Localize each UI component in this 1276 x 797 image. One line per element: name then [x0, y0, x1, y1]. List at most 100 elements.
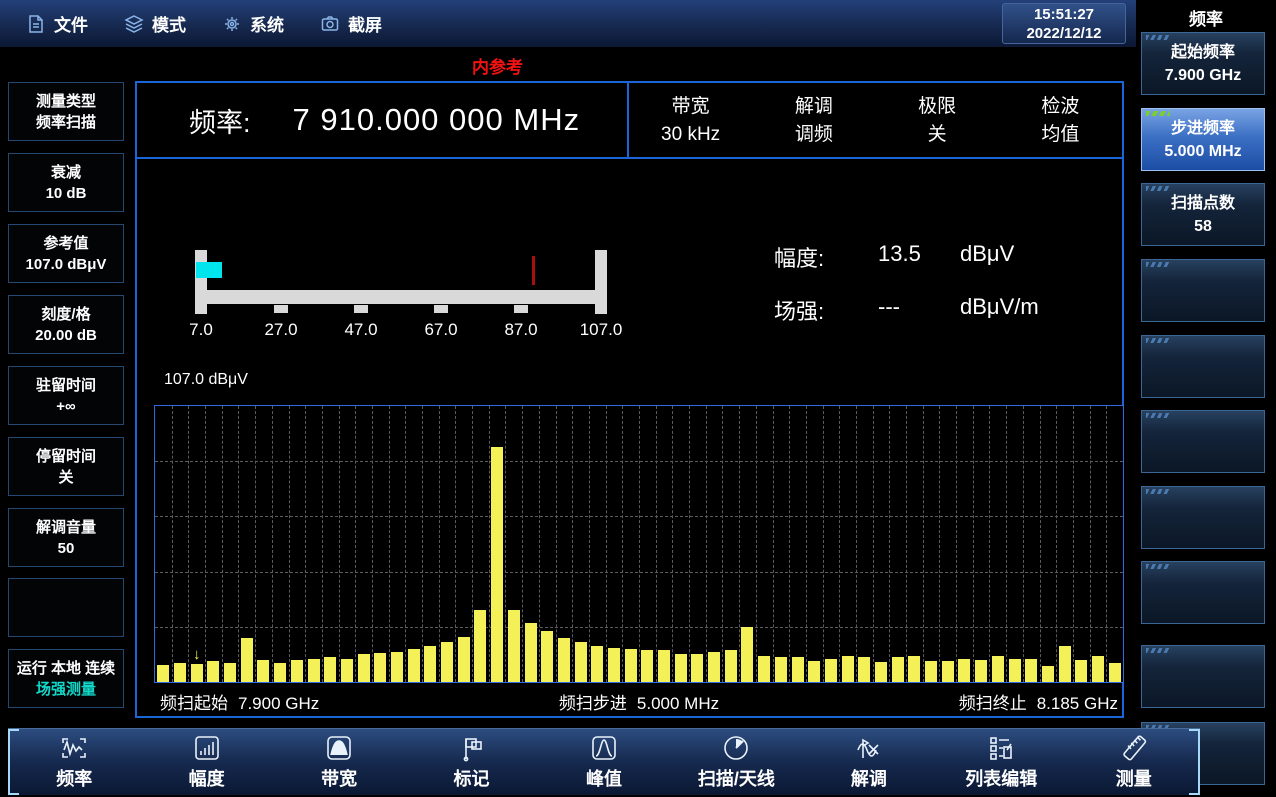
grid-line-vertical: [1056, 406, 1057, 682]
trace-bar: [625, 649, 637, 682]
parameter-summary: 带宽30 kHz解调调频极限关检波均值: [629, 83, 1122, 157]
softkey-button[interactable]: 停留时间关: [8, 437, 124, 496]
trace-bar: [925, 661, 937, 682]
softkey-button[interactable]: 解调音量50: [8, 508, 124, 567]
softkey-corner-stripes: [1146, 338, 1170, 343]
softkey-empty[interactable]: [1141, 259, 1265, 322]
amplitude-label: 幅度:: [774, 241, 878, 273]
menu-label: 文件: [54, 11, 88, 36]
grid-line-vertical: [739, 406, 740, 682]
main-display: 频率: 7 910.000 000 MHz 带宽30 kHz解调调频极限关检波均…: [135, 81, 1124, 718]
toolbar-item[interactable]: 峰值: [538, 729, 670, 795]
menu-item-system[interactable]: 系统: [222, 11, 284, 36]
trace-bar: [675, 654, 687, 682]
toolbar-item[interactable]: 带宽: [273, 729, 405, 795]
readout-block: 幅度: 13.5 dBμV 场强: --- dBμV/m: [774, 241, 1039, 347]
grid-line-vertical: [823, 406, 824, 682]
field-strength-readout: 场强: --- dBμV/m: [774, 294, 1039, 326]
clock-panel: 15:51:27 2022/12/12: [1002, 3, 1126, 44]
trace-bar: [441, 642, 453, 682]
trace-bar: [224, 663, 236, 682]
grid-line-vertical: [422, 406, 423, 682]
grid-line-vertical: [255, 406, 256, 682]
grid-line-vertical: [439, 406, 440, 682]
grid-line-vertical: [706, 406, 707, 682]
grid-line-horizontal: [155, 461, 1123, 462]
softkey-empty[interactable]: [1141, 561, 1265, 624]
parameter-value: 30 kHz: [661, 124, 720, 145]
meter-level-bar: [196, 262, 222, 278]
parameter-name: 检波: [1041, 96, 1079, 117]
menu-item-screenshot[interactable]: 截屏: [320, 11, 382, 36]
softkey-button[interactable]: 衰减10 dB: [8, 153, 124, 212]
sweep-stop: 频扫终止8.185 GHz: [959, 689, 1118, 714]
softkey-corner-stripes: [1146, 111, 1170, 116]
toolbar-item[interactable]: 解调: [803, 729, 935, 795]
grid-line-vertical: [172, 406, 173, 682]
grid-line-vertical: [289, 406, 290, 682]
toolbar-item[interactable]: 测量: [1068, 729, 1200, 795]
softkey-line2: 10 dB: [46, 183, 87, 204]
grid-line-vertical: [272, 406, 273, 682]
toolbar-item[interactable]: 幅度: [140, 729, 272, 795]
menu-item-file[interactable]: 文件: [26, 11, 88, 36]
list-edit-icon: [987, 734, 1015, 762]
softkey-empty[interactable]: [1141, 645, 1265, 708]
amplitude-value: 13.5: [878, 241, 960, 273]
grid-line-vertical: [672, 406, 673, 682]
toolbar-item-label: 峰值: [586, 765, 622, 791]
freq-waveform-icon: [60, 734, 88, 762]
meter-limit-marker: [532, 256, 535, 285]
softkey-button[interactable]: 起始频率7.900 GHz: [1141, 32, 1265, 95]
softkey-line2: 20.00 dB: [35, 325, 97, 346]
grid-line-vertical: [472, 406, 473, 682]
trace-bar: [1092, 656, 1104, 682]
softkey-button[interactable]: 刻度/格20.00 dB: [8, 295, 124, 354]
softkey-line1: 驻留时间: [36, 375, 96, 396]
grid-line-vertical: [1106, 406, 1107, 682]
menu-item-mode[interactable]: 模式: [124, 11, 186, 36]
toolbar-item-label: 标记: [454, 765, 490, 791]
grid-line-vertical: [889, 406, 890, 682]
grid-line-horizontal: [155, 627, 1123, 628]
grid-line-vertical: [522, 406, 523, 682]
trace-bar: [157, 665, 169, 682]
softkey-corner-stripes: [1146, 564, 1170, 569]
grid-line-vertical: [839, 406, 840, 682]
meter-tick: [514, 305, 528, 313]
softkey-empty[interactable]: [1141, 335, 1265, 398]
right-panel-title: 频率: [1136, 5, 1276, 30]
toolbar-item-label: 解调: [851, 765, 887, 791]
trace-bar: [591, 646, 603, 682]
softkey-empty[interactable]: [1141, 410, 1265, 473]
amplitude-unit: dBμV: [960, 241, 1014, 273]
grid-line-vertical: [556, 406, 557, 682]
softkey-empty[interactable]: [1141, 486, 1265, 549]
trace-bar: [892, 657, 904, 682]
softkey-button[interactable]: 扫描点数58: [1141, 183, 1265, 246]
trace-bar: [808, 661, 820, 682]
toolbar-item[interactable]: 列表编辑: [935, 729, 1067, 795]
grid-line-vertical: [1040, 406, 1041, 682]
toolbar-item[interactable]: 频率: [8, 729, 140, 795]
softkey-button[interactable]: 驻留时间+∞: [8, 366, 124, 425]
trace-bar: [825, 659, 837, 683]
toolbar-item[interactable]: 扫描/天线: [670, 729, 802, 795]
toolbar-item[interactable]: 标记: [405, 729, 537, 795]
grid-line-vertical: [1090, 406, 1091, 682]
reference-level-label: 107.0 dBμV: [164, 371, 248, 389]
softkey-line2: 107.0 dBμV: [26, 254, 107, 275]
trace-bar: [575, 642, 587, 682]
softkey-button[interactable]: 步进频率5.000 MHz: [1141, 108, 1265, 171]
level-meter: 7.027.047.067.087.0107.0: [195, 250, 607, 350]
softkey-button[interactable]: 测量类型频率扫描: [8, 82, 124, 141]
grid-line-vertical: [1073, 406, 1074, 682]
softkey-line1: 测量类型: [36, 91, 96, 112]
trace-bar: [291, 660, 303, 682]
softkey-button[interactable]: 参考值107.0 dBμV: [8, 224, 124, 283]
trace-bar: [691, 654, 703, 682]
frequency-label: 频率:: [189, 101, 251, 140]
gear-icon: [222, 14, 242, 34]
parameter-name: 带宽: [672, 96, 710, 117]
trace-bar: [641, 650, 653, 682]
